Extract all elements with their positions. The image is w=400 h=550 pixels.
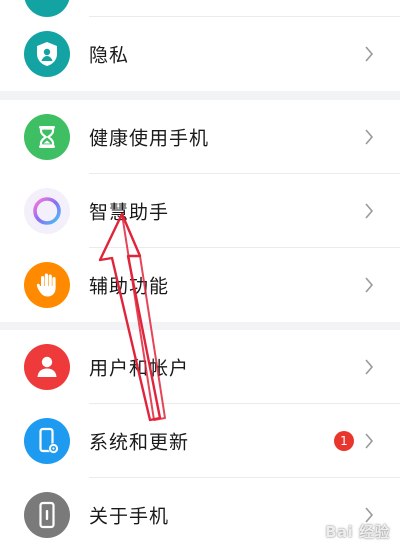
settings-item-label: 健康使用手机	[89, 127, 210, 150]
settings-item-label: 关于手机	[89, 505, 170, 528]
notification-badge: 1	[334, 431, 354, 451]
partial-top-icon	[24, 0, 70, 17]
chevron-right-icon	[365, 433, 374, 449]
settings-item-label: 辅助功能	[89, 275, 170, 298]
chevron-right-icon	[365, 129, 374, 145]
settings-item-users-accounts[interactable]: 用户和帐户	[0, 330, 400, 404]
settings-item-privacy[interactable]: 隐私	[0, 17, 400, 91]
phone-info-icon	[24, 492, 70, 538]
settings-item-smart-assistant[interactable]: 智慧助手	[0, 174, 400, 248]
privacy-shield-icon	[24, 31, 70, 77]
chevron-right-icon	[365, 46, 374, 62]
settings-item-health[interactable]: 健康使用手机	[0, 100, 400, 174]
watermark-logo: Bai 经验	[325, 523, 390, 541]
chevron-right-icon	[365, 277, 374, 293]
partial-top-item[interactable]	[0, 0, 400, 17]
settings-item-label: 隐私	[89, 44, 130, 67]
settings-item-label: 系统和更新	[89, 431, 190, 454]
settings-item-system-updates[interactable]: 系统和更新 1	[0, 404, 400, 478]
settings-item-label: 智慧助手	[89, 201, 170, 224]
chevron-right-icon	[365, 203, 374, 219]
settings-item-accessibility[interactable]: 辅助功能	[0, 248, 400, 322]
settings-screen: 隐私 健康使用手机 智慧助手 辅助功能 用户和帐户 系统和更新 1 关于手机 B…	[0, 0, 400, 550]
section-gap	[0, 91, 400, 100]
assistant-ring-icon	[24, 188, 70, 234]
hourglass-icon	[24, 114, 70, 160]
section-gap	[0, 322, 400, 330]
phone-gear-icon	[24, 418, 70, 464]
hand-icon	[24, 262, 70, 308]
settings-item-label: 用户和帐户	[89, 357, 190, 380]
chevron-right-icon	[365, 359, 374, 375]
user-icon	[24, 344, 70, 390]
